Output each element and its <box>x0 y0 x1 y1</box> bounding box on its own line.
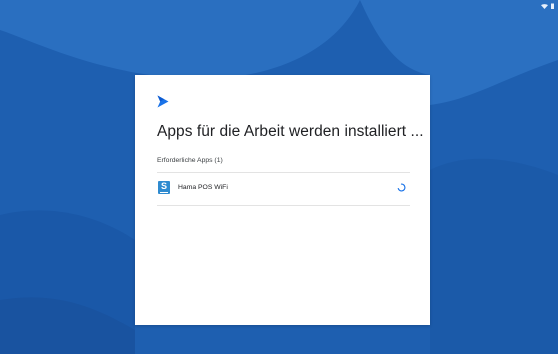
app-list-item[interactable]: S Hama POS WiFi <box>157 173 410 205</box>
required-apps-label: Erforderliche Apps (1) <box>157 157 223 164</box>
install-dialog: Apps für die Arbeit werden installiert .… <box>135 75 430 325</box>
page-title: Apps für die Arbeit werden installiert .… <box>157 123 424 140</box>
status-bar <box>541 3 554 9</box>
battery-icon <box>551 3 554 9</box>
wifi-icon <box>541 3 548 9</box>
google-play-icon <box>157 95 169 108</box>
setup-screen: Apps für die Arbeit werden installiert .… <box>0 0 558 354</box>
app-icon-bar <box>160 192 168 193</box>
loading-spinner-icon <box>397 183 406 192</box>
app-icon-letter: S <box>160 181 167 191</box>
app-name: Hama POS WiFi <box>178 184 228 191</box>
divider <box>157 205 410 206</box>
app-icon: S <box>158 181 170 194</box>
